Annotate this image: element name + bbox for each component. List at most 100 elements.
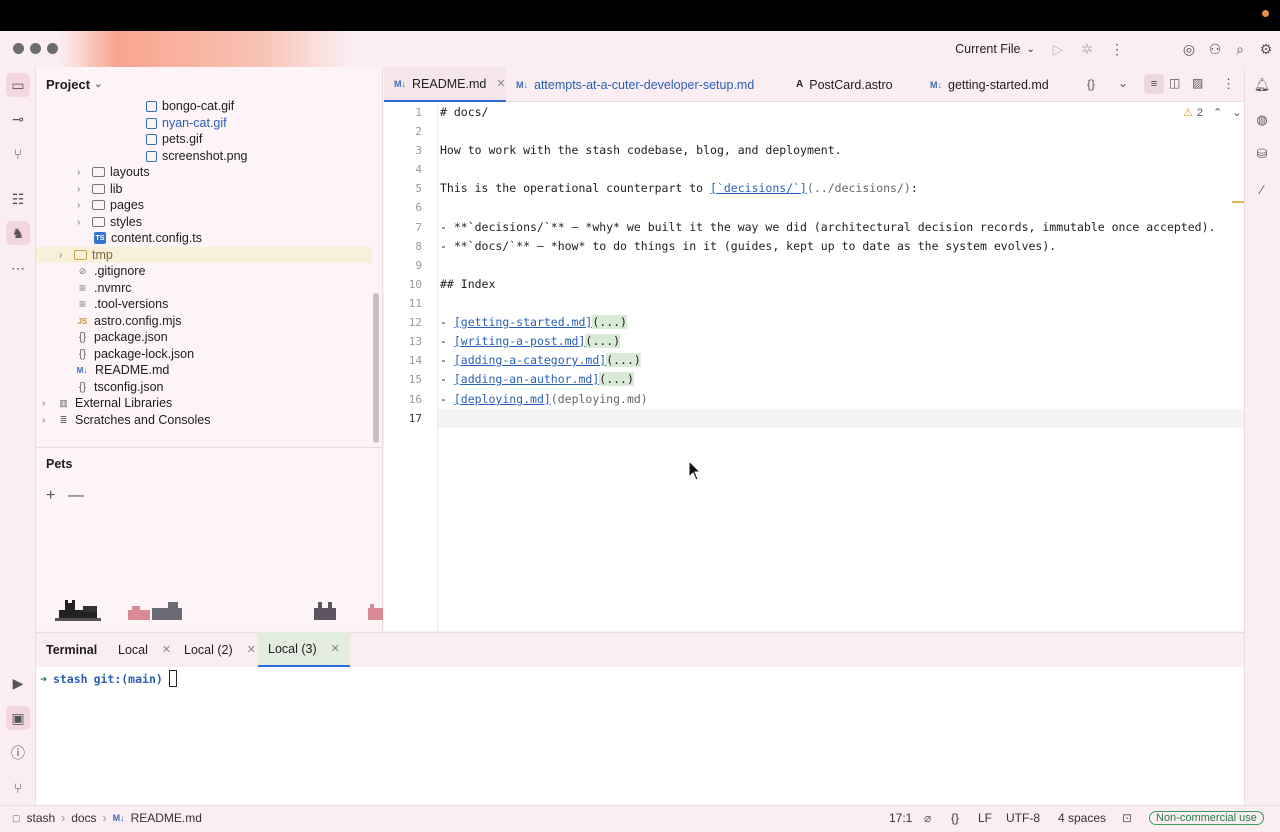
breadcrumb-item[interactable]: stash bbox=[27, 811, 56, 825]
editor-only-icon[interactable]: ≡ bbox=[1144, 74, 1164, 94]
commit-icon[interactable]: ⊸ bbox=[6, 107, 30, 131]
chevron-right-icon[interactable]: › bbox=[77, 200, 87, 211]
tree-item-tsconfig[interactable]: {} tsconfig.json bbox=[76, 379, 164, 396]
tab-postcard[interactable]: A PostCard.astro bbox=[786, 67, 903, 102]
line-ending[interactable]: LF bbox=[978, 811, 992, 825]
file-encoding[interactable]: UTF-8 bbox=[1006, 811, 1040, 825]
folded-region[interactable]: (...) bbox=[599, 372, 634, 386]
tab-local-3[interactable]: Local (3) ✕ bbox=[258, 632, 350, 667]
close-icon[interactable]: ✕ bbox=[162, 643, 171, 656]
json-schema-icon[interactable]: {} bbox=[951, 811, 959, 825]
tree-item-pets[interactable]: pets.gif bbox=[146, 131, 202, 148]
more-tools-icon[interactable]: ⋯ bbox=[6, 256, 30, 280]
git-icon[interactable]: ⑂ bbox=[6, 776, 30, 800]
pull-requests-icon[interactable]: ⑂ bbox=[6, 142, 30, 166]
structure-icon[interactable]: ☷ bbox=[6, 187, 30, 211]
markdown-link[interactable]: [adding-an-author.md] bbox=[454, 372, 599, 386]
folded-region[interactable]: (...) bbox=[592, 315, 627, 329]
project-scrollbar[interactable] bbox=[373, 293, 379, 443]
more-options-icon[interactable]: ⋮ bbox=[1222, 76, 1235, 92]
tree-item-lib[interactable]: › lib bbox=[77, 181, 123, 198]
close-icon[interactable]: ✕ bbox=[496, 77, 505, 90]
tree-item-gitignore[interactable]: ⊘ .gitignore bbox=[76, 263, 146, 280]
preview-icon[interactable]: ▨ bbox=[1192, 76, 1203, 90]
tab-getting-started[interactable]: M↓ getting-started.md bbox=[920, 67, 1059, 102]
remove-pet-button[interactable]: — bbox=[68, 487, 84, 505]
terminal-icon[interactable]: ▣ bbox=[6, 706, 30, 730]
chevron-right-icon[interactable]: › bbox=[42, 415, 52, 426]
indent-setting[interactable]: 4 spaces bbox=[1058, 811, 1106, 825]
tree-item-astro-config[interactable]: JS astro.config.mjs bbox=[76, 313, 182, 330]
database-icon[interactable]: ⛁ bbox=[1250, 142, 1274, 166]
tree-item-readme[interactable]: M↓ README.md bbox=[74, 362, 170, 379]
markdown-link[interactable]: [writing-a-post.md] bbox=[454, 334, 586, 348]
folded-region[interactable]: (...) bbox=[606, 353, 641, 367]
tree-item-pages[interactable]: › pages bbox=[77, 197, 144, 214]
run-icon[interactable]: ▷ bbox=[1048, 38, 1068, 60]
tree-item-content-config[interactable]: TS content.config.ts bbox=[94, 230, 202, 247]
problems-icon[interactable]: ⓘ bbox=[6, 741, 30, 765]
tree-item-layouts[interactable]: › layouts bbox=[77, 164, 150, 181]
markdown-link[interactable]: [adding-a-category.md] bbox=[454, 353, 606, 367]
markdown-link[interactable]: [deploying.md] bbox=[454, 392, 551, 406]
ai-chat-icon[interactable]: ◍ bbox=[1250, 108, 1274, 132]
zoom-window-button[interactable] bbox=[47, 43, 58, 54]
tab-local-2[interactable]: Local (2) ✕ bbox=[174, 632, 266, 667]
chevron-right-icon[interactable]: › bbox=[77, 217, 87, 228]
debug-icon[interactable]: ✲ bbox=[1077, 38, 1097, 60]
tree-item-screenshot[interactable]: screenshot.png bbox=[146, 148, 247, 165]
pen-icon[interactable]: ∕ bbox=[1250, 177, 1274, 201]
add-pet-button[interactable]: + bbox=[46, 487, 55, 505]
settings-gear-icon[interactable]: ⚙ bbox=[1256, 38, 1276, 60]
chevron-right-icon[interactable]: › bbox=[42, 398, 52, 409]
chevron-down-icon[interactable]: ⌄ bbox=[1118, 76, 1128, 90]
markdown-link[interactable]: [`decisions/`] bbox=[710, 181, 807, 195]
terminal-output[interactable] bbox=[36, 667, 1244, 805]
chevron-up-icon[interactable]: ⌃ bbox=[1213, 106, 1222, 119]
more-actions-icon[interactable]: ⋮ bbox=[1107, 38, 1127, 60]
tree-item-external-libraries[interactable]: › ▥ External Libraries bbox=[42, 395, 172, 412]
tree-item-bongo-cat[interactable]: bongo-cat.gif bbox=[146, 98, 234, 115]
license-badge[interactable]: Non-commercial use bbox=[1149, 810, 1264, 825]
close-icon[interactable]: ✕ bbox=[247, 643, 256, 656]
breadcrumb-item[interactable]: docs bbox=[71, 811, 96, 825]
tab-readme[interactable]: M↓ README.md ✕ bbox=[384, 67, 506, 102]
chevron-right-icon[interactable]: › bbox=[59, 250, 69, 261]
close-window-button[interactable] bbox=[13, 43, 24, 54]
folded-region[interactable]: (...) bbox=[585, 334, 621, 348]
tab-attempts[interactable]: M↓ attempts-at-a-cuter-developer-setup.m… bbox=[506, 67, 764, 102]
markdown-link[interactable]: [getting-started.md] bbox=[454, 315, 592, 329]
minimize-window-button[interactable] bbox=[30, 43, 41, 54]
tree-item-nvmrc[interactable]: ≡ .nvmrc bbox=[76, 280, 132, 297]
tree-item-tool-versions[interactable]: ≡ .tool-versions bbox=[76, 296, 168, 313]
search-icon[interactable]: ⌕ bbox=[1230, 38, 1250, 60]
close-icon[interactable]: ✕ bbox=[331, 642, 340, 655]
breadcrumb-item[interactable]: README.md bbox=[131, 811, 202, 825]
chevron-right-icon[interactable]: › bbox=[77, 167, 87, 178]
chevron-right-icon[interactable]: › bbox=[77, 184, 87, 195]
json-icon[interactable]: {} bbox=[1087, 77, 1095, 91]
tree-item-tmp[interactable]: › tmp bbox=[59, 247, 113, 264]
caret-position[interactable]: 17:1 bbox=[889, 811, 912, 825]
lock-icon[interactable]: ⊡ bbox=[1122, 811, 1132, 825]
tree-item-nyan-cat[interactable]: nyan-cat.gif bbox=[146, 115, 227, 132]
tree-item-label: External Libraries bbox=[75, 396, 173, 411]
split-view-icon[interactable]: ◫ bbox=[1169, 76, 1180, 90]
tree-item-package-lock[interactable]: {} package-lock.json bbox=[76, 346, 194, 363]
project-header[interactable]: Project ⌄ bbox=[46, 77, 102, 92]
ai-assistant-icon[interactable]: ◎ bbox=[1179, 38, 1199, 60]
inspection-widget[interactable]: ⚠ 2 ⌃ ⌄ bbox=[1183, 106, 1241, 120]
no-inspection-icon[interactable]: ⌀ bbox=[924, 811, 931, 825]
project-folder-icon[interactable]: ▭ bbox=[6, 73, 30, 97]
pink-gray-cat-pets-icon bbox=[128, 602, 182, 620]
run-config-selector[interactable]: Current File ⌄ bbox=[950, 38, 1040, 60]
tree-item-styles[interactable]: › styles bbox=[77, 214, 142, 231]
pets-cat-icon[interactable]: ♞ bbox=[6, 221, 30, 245]
services-icon[interactable]: ▶ bbox=[6, 671, 30, 695]
notifications-bell-icon[interactable]: 🔔︎ bbox=[1250, 73, 1274, 97]
tab-local[interactable]: Local ✕ bbox=[108, 632, 181, 667]
add-user-icon[interactable]: ⚇ bbox=[1205, 38, 1225, 60]
chevron-down-icon[interactable]: ⌄ bbox=[1232, 106, 1241, 119]
tree-item-package-json[interactable]: {} package.json bbox=[76, 329, 168, 346]
tree-item-scratches[interactable]: › ≣ Scratches and Consoles bbox=[42, 412, 211, 429]
